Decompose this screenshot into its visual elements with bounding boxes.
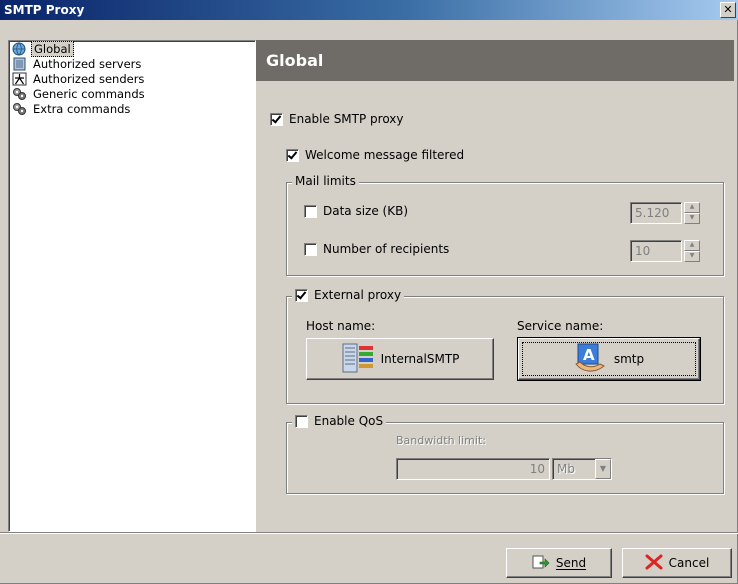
bandwidth-unit-select[interactable]: Mb ▼: [552, 458, 612, 480]
window-title: SMTP Proxy: [4, 3, 85, 17]
unit-value: Mb: [557, 462, 575, 476]
send-icon: [532, 554, 550, 573]
cancel-x-icon: [645, 554, 663, 573]
settings-panel: Global Enable SMTP proxy Welcome message…: [256, 40, 734, 532]
enable-smtp-proxy-checkbox[interactable]: Enable SMTP proxy: [270, 112, 404, 126]
spinner-arrows: ▲ ▼: [684, 240, 700, 262]
host-name-label: Host name:: [306, 319, 376, 333]
checkbox-box[interactable]: [295, 414, 308, 428]
data-size-value[interactable]: 5.120: [630, 202, 682, 224]
service-name-button[interactable]: A smtp: [517, 337, 701, 381]
focus-rect: [522, 342, 696, 376]
number-of-recipients-checkbox[interactable]: Number of recipients: [304, 242, 449, 256]
tree-item-authorized-senders[interactable]: Authorized senders: [9, 71, 255, 86]
tree-item-label: Authorized servers: [33, 56, 142, 71]
checkbox-label: Enable QoS: [314, 414, 384, 428]
tree-item-global[interactable]: Global: [9, 40, 255, 57]
data-size-checkbox[interactable]: Data size (KB): [304, 204, 408, 218]
people-icon: [12, 72, 27, 86]
tree-item-authorized-servers[interactable]: Authorized servers: [9, 56, 255, 71]
data-size-spinner[interactable]: 5.120 ▲ ▼: [630, 202, 700, 224]
spin-up-icon[interactable]: ▲: [684, 240, 700, 251]
checkbox-label: Number of recipients: [323, 242, 450, 256]
checkbox-label: External proxy: [314, 288, 402, 302]
spin-up-icon[interactable]: ▲: [684, 202, 700, 213]
settings-tree[interactable]: Global Authorized servers Authorized sen…: [8, 40, 256, 532]
welcome-message-filtered-checkbox[interactable]: Welcome message filtered: [286, 148, 464, 162]
mail-limits-legend: Mail limits: [292, 174, 359, 188]
service-name-label: Service name:: [517, 319, 604, 333]
bandwidth-limit-label: Bandwidth limit:: [396, 434, 486, 447]
tree-item-label: Authorized senders: [33, 71, 145, 86]
host-name-value: InternalSMTP: [380, 352, 460, 366]
spin-down-icon[interactable]: ▼: [684, 213, 700, 224]
checkbox-box[interactable]: [286, 148, 299, 162]
checkbox-box[interactable]: [295, 288, 308, 302]
spinner-arrows: ▲ ▼: [684, 202, 700, 224]
server-icon: [341, 342, 375, 377]
checkbox-box[interactable]: [304, 204, 317, 218]
checkbox-label: Enable SMTP proxy: [289, 112, 404, 126]
checkbox-label: Data size (KB): [323, 204, 409, 218]
gear-cluster-icon: [12, 102, 27, 116]
tree-item-label: Generic commands: [33, 86, 145, 101]
panel-title: Global: [256, 40, 734, 81]
globe-icon: [12, 42, 27, 56]
checkbox-box[interactable]: [304, 242, 317, 256]
checkbox-box[interactable]: [270, 112, 283, 126]
tree-item-label: Global: [31, 40, 74, 57]
close-button[interactable]: ✕: [720, 2, 736, 18]
tree-item-label: Extra commands: [33, 101, 131, 116]
bandwidth-limit-input[interactable]: 10: [396, 458, 550, 480]
external-proxy-checkbox[interactable]: External proxy: [292, 288, 405, 302]
spin-down-icon[interactable]: ▼: [684, 251, 700, 262]
recipients-value[interactable]: 10: [630, 240, 682, 262]
footer-separator: [0, 532, 738, 534]
cancel-button[interactable]: Cancel: [622, 548, 732, 578]
checkbox-label: Welcome message filtered: [305, 148, 465, 162]
host-name-button[interactable]: InternalSMTP: [306, 338, 494, 380]
tree-item-extra-commands[interactable]: Extra commands: [9, 101, 255, 116]
title-bar[interactable]: SMTP Proxy ✕: [0, 0, 738, 20]
tree-item-generic-commands[interactable]: Generic commands: [9, 86, 255, 101]
dropdown-arrow-icon[interactable]: ▼: [595, 459, 611, 479]
cancel-label: Cancel: [668, 556, 710, 570]
send-button[interactable]: Send: [506, 548, 612, 578]
send-label: Send: [555, 556, 587, 570]
enable-qos-checkbox[interactable]: Enable QoS: [292, 414, 387, 428]
gear-cluster-icon: [12, 87, 27, 101]
recipients-spinner[interactable]: 10 ▲ ▼: [630, 240, 700, 262]
close-icon: ✕: [723, 3, 733, 16]
server-icon: [12, 57, 27, 71]
smtp-proxy-window: SMTP Proxy ✕ Global Authorized servers A…: [0, 0, 738, 584]
